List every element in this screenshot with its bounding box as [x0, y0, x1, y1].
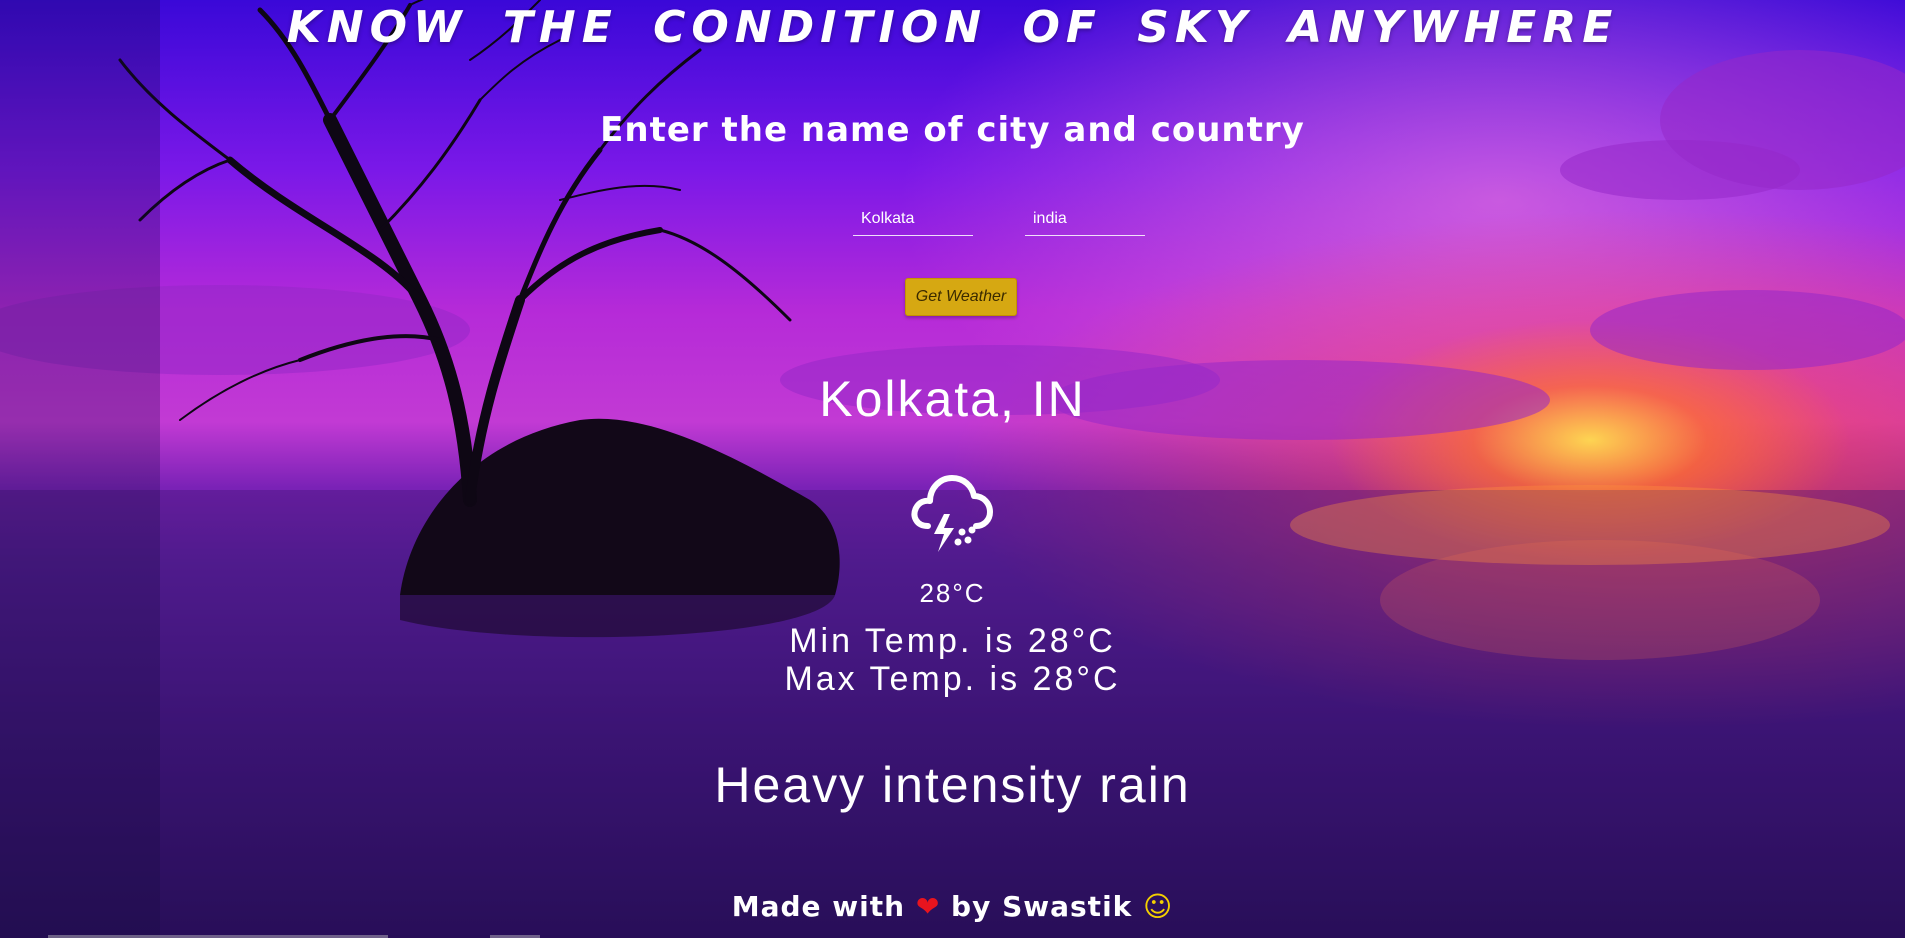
current-temperature: 28°C [919, 578, 986, 608]
get-weather-button[interactable]: Get Weather [905, 278, 1017, 316]
smile-icon: ☺ [1143, 890, 1174, 923]
instruction-heading: Enter the name of city and country [600, 110, 1305, 150]
location-title: Kolkata, IN [819, 371, 1086, 427]
city-input[interactable] [853, 202, 973, 236]
footer-credit: Made with ❤ by Swastik ☺ [0, 890, 1905, 923]
footer-author: by Swastik [951, 890, 1133, 923]
thunderstorm-rain-icon [906, 468, 996, 558]
footer-made-with: Made with [731, 890, 906, 923]
weather-description: Heavy intensity rain [714, 757, 1191, 813]
country-input[interactable] [1025, 202, 1145, 236]
page-headline: KNOW THE CONDITION OF SKY ANYWHERE [286, 2, 1619, 53]
min-temperature: Min Temp. is 28°C [789, 622, 1116, 660]
max-temperature: Max Temp. is 28°C [784, 660, 1121, 698]
heart-icon: ❤ [915, 890, 941, 923]
